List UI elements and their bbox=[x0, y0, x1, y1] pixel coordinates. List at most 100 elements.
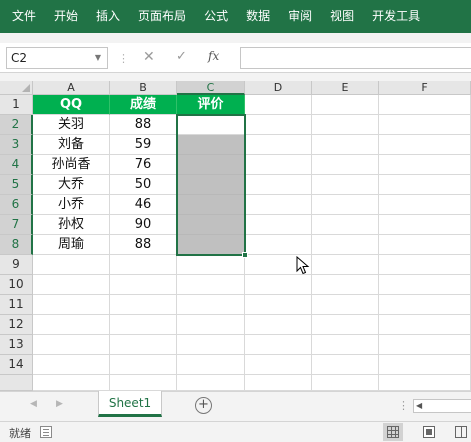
cell-a6[interactable]: 小乔 bbox=[33, 195, 110, 215]
cell-a12[interactable] bbox=[33, 315, 110, 335]
ribbon-tab-developer[interactable]: 开发工具 bbox=[363, 0, 429, 33]
cell-c13[interactable] bbox=[177, 335, 245, 355]
scroll-left-icon[interactable]: ◀ bbox=[416, 400, 422, 412]
cell-a8[interactable]: 周瑜 bbox=[33, 235, 110, 255]
horizontal-scrollbar[interactable]: ◀ bbox=[413, 399, 471, 413]
cell-c6[interactable] bbox=[177, 195, 245, 215]
cell-f4[interactable] bbox=[379, 155, 471, 175]
page-layout-view-button[interactable] bbox=[419, 423, 439, 441]
cell-a10[interactable] bbox=[33, 275, 110, 295]
normal-view-button[interactable] bbox=[383, 423, 403, 441]
add-sheet-icon[interactable]: + bbox=[195, 397, 212, 414]
cell-e2[interactable] bbox=[312, 115, 379, 135]
scroll-tabs-right-icon[interactable]: ▶ bbox=[56, 399, 63, 409]
cell-d13[interactable] bbox=[245, 335, 312, 355]
cell-f11[interactable] bbox=[379, 295, 471, 315]
cell-c7[interactable] bbox=[177, 215, 245, 235]
cell-f15[interactable] bbox=[379, 375, 471, 391]
macro-recording-icon[interactable] bbox=[40, 426, 52, 438]
cell-d2[interactable] bbox=[245, 115, 312, 135]
cell-b13[interactable] bbox=[110, 335, 177, 355]
tab-split-grip-icon[interactable]: ⋮ bbox=[398, 399, 409, 412]
cell-b9[interactable] bbox=[110, 255, 177, 275]
cell-a13[interactable] bbox=[33, 335, 110, 355]
ribbon-tab-file[interactable]: 文件 bbox=[0, 0, 45, 33]
cell-d1[interactable] bbox=[245, 95, 312, 115]
row-header-7[interactable]: 7 bbox=[0, 215, 33, 235]
cell-c11[interactable] bbox=[177, 295, 245, 315]
cell-f14[interactable] bbox=[379, 355, 471, 375]
cell-f3[interactable] bbox=[379, 135, 471, 155]
scroll-tabs-left-icon[interactable]: ◀ bbox=[30, 399, 37, 409]
column-header-e[interactable]: E bbox=[312, 81, 379, 95]
cell-b7[interactable]: 90 bbox=[110, 215, 177, 235]
ribbon-tab-home[interactable]: 开始 bbox=[45, 0, 87, 33]
cell-b5[interactable]: 50 bbox=[110, 175, 177, 195]
cell-d14[interactable] bbox=[245, 355, 312, 375]
cell-f1[interactable] bbox=[379, 95, 471, 115]
cell-e12[interactable] bbox=[312, 315, 379, 335]
insert-function-icon[interactable]: fx bbox=[208, 49, 219, 63]
cell-a2[interactable]: 关羽 bbox=[33, 115, 110, 135]
cell-c12[interactable] bbox=[177, 315, 245, 335]
column-header-d[interactable]: D bbox=[245, 81, 312, 95]
cell-c2[interactable] bbox=[177, 115, 245, 135]
row-header-1[interactable]: 1 bbox=[0, 95, 33, 115]
cell-b6[interactable]: 46 bbox=[110, 195, 177, 215]
worksheet-grid[interactable]: A B C D E F 1 2 3 4 5 6 7 8 9 10 11 12 1… bbox=[0, 81, 471, 391]
row-header-10[interactable]: 10 bbox=[0, 275, 33, 295]
row-header-14[interactable]: 14 bbox=[0, 355, 33, 375]
cell-c9[interactable] bbox=[177, 255, 245, 275]
cell-f6[interactable] bbox=[379, 195, 471, 215]
cell-f10[interactable] bbox=[379, 275, 471, 295]
formula-input[interactable] bbox=[240, 47, 471, 69]
ribbon-tab-data[interactable]: 数据 bbox=[237, 0, 279, 33]
cell-b14[interactable] bbox=[110, 355, 177, 375]
cell-c5[interactable] bbox=[177, 175, 245, 195]
cell-d12[interactable] bbox=[245, 315, 312, 335]
cell-a9[interactable] bbox=[33, 255, 110, 275]
row-header-8[interactable]: 8 bbox=[0, 235, 33, 255]
cell-c1[interactable]: 评价 bbox=[177, 95, 245, 115]
column-header-a[interactable]: A bbox=[33, 81, 110, 95]
cell-b11[interactable] bbox=[110, 295, 177, 315]
cell-b12[interactable] bbox=[110, 315, 177, 335]
cell-f9[interactable] bbox=[379, 255, 471, 275]
cell-a3[interactable]: 刘备 bbox=[33, 135, 110, 155]
row-header-12[interactable]: 12 bbox=[0, 315, 33, 335]
cell-c14[interactable] bbox=[177, 355, 245, 375]
cell-a15[interactable] bbox=[33, 375, 110, 391]
page-break-view-button[interactable] bbox=[451, 423, 471, 441]
cell-e4[interactable] bbox=[312, 155, 379, 175]
cell-b1[interactable]: 成绩 bbox=[110, 95, 177, 115]
column-header-c[interactable]: C bbox=[177, 81, 245, 95]
row-header-15[interactable] bbox=[0, 375, 33, 391]
cell-e8[interactable] bbox=[312, 235, 379, 255]
cell-f12[interactable] bbox=[379, 315, 471, 335]
cell-d15[interactable] bbox=[245, 375, 312, 391]
fill-handle[interactable] bbox=[242, 252, 248, 258]
row-header-11[interactable]: 11 bbox=[0, 295, 33, 315]
row-header-3[interactable]: 3 bbox=[0, 135, 33, 155]
cell-d4[interactable] bbox=[245, 155, 312, 175]
row-header-13[interactable]: 13 bbox=[0, 335, 33, 355]
row-header-2[interactable]: 2 bbox=[0, 115, 33, 135]
select-all-button[interactable] bbox=[0, 81, 33, 95]
cell-f5[interactable] bbox=[379, 175, 471, 195]
row-header-5[interactable]: 5 bbox=[0, 175, 33, 195]
cell-a1[interactable]: QQ bbox=[33, 95, 110, 115]
ribbon-tab-formulas[interactable]: 公式 bbox=[195, 0, 237, 33]
cell-c15[interactable] bbox=[177, 375, 245, 391]
row-header-4[interactable]: 4 bbox=[0, 155, 33, 175]
cell-e10[interactable] bbox=[312, 275, 379, 295]
cell-a4[interactable]: 孙尚香 bbox=[33, 155, 110, 175]
cell-d3[interactable] bbox=[245, 135, 312, 155]
cell-e11[interactable] bbox=[312, 295, 379, 315]
row-header-6[interactable]: 6 bbox=[0, 195, 33, 215]
sheet-tab-sheet1[interactable]: Sheet1 bbox=[98, 391, 162, 417]
chevron-down-icon[interactable]: ▼ bbox=[95, 48, 101, 68]
ribbon-tab-page-layout[interactable]: 页面布局 bbox=[129, 0, 195, 33]
cell-b3[interactable]: 59 bbox=[110, 135, 177, 155]
cell-b2[interactable]: 88 bbox=[110, 115, 177, 135]
cell-c8[interactable] bbox=[177, 235, 245, 255]
